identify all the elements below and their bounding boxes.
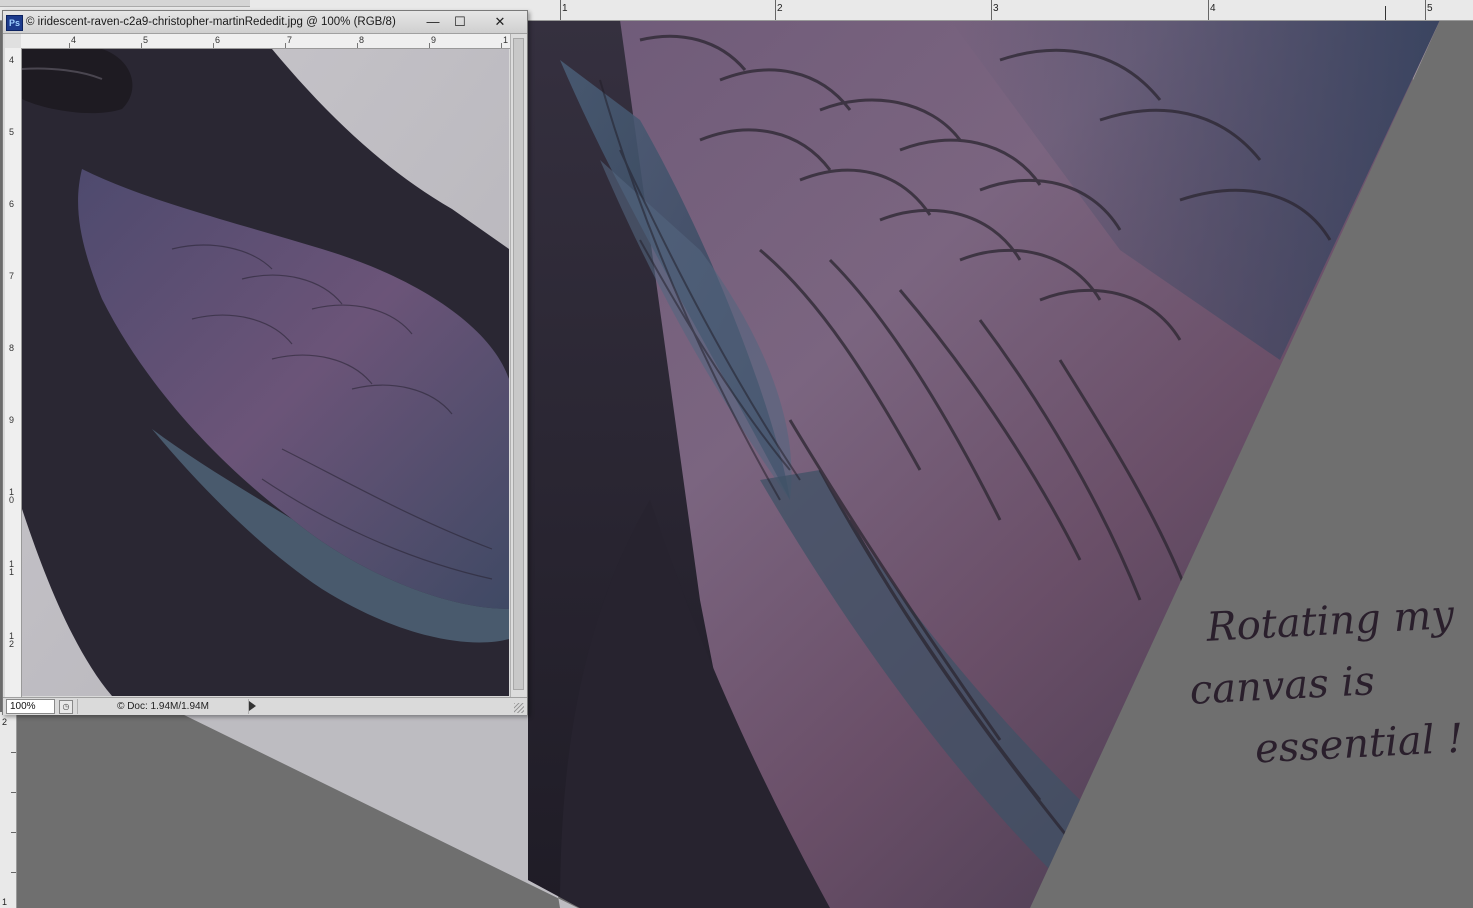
ruler-label: 6: [9, 199, 15, 209]
ruler-label: 1: [503, 35, 509, 45]
ruler-tick: [429, 43, 430, 48]
ruler-label: 5: [9, 127, 15, 137]
ruler-tick: [285, 43, 286, 48]
ruler-label: 4: [71, 35, 77, 45]
triangle-right-icon[interactable]: [249, 701, 256, 711]
minimize-button[interactable]: —: [421, 13, 445, 30]
zoom-level-field[interactable]: 100%: [6, 699, 55, 714]
ruler-label: 8: [359, 35, 365, 45]
handwritten-annotation: Rotating my canvas is essential !: [1185, 584, 1465, 783]
window-title: © iridescent-raven-c2a9-christopher-mart…: [26, 16, 396, 28]
ruler-label: 2: [777, 3, 783, 14]
ruler-stripe: [0, 0, 250, 7]
status-bar: 100% ◷ © Doc: 1.94M/1.94M: [3, 697, 527, 715]
raven-photo: [22, 49, 509, 696]
vertical-scrollbar[interactable]: [510, 34, 526, 697]
reference-photo[interactable]: [22, 49, 509, 696]
ruler-tick: [560, 0, 561, 20]
ruler-label: 4: [9, 55, 15, 65]
ruler-label: 4: [1210, 3, 1216, 14]
ruler-tick: [11, 872, 16, 873]
ruler-label: 3: [993, 3, 999, 14]
ruler-label: 1: [2, 897, 8, 907]
ruler-label: 1 1: [9, 559, 15, 577]
ruler-label: 5: [143, 35, 149, 45]
title-bar[interactable]: Ps © iridescent-raven-c2a9-christopher-m…: [3, 11, 527, 34]
ruler-tick: [1208, 0, 1209, 20]
ruler-tick: [69, 43, 70, 48]
ruler-origin[interactable]: [5, 34, 22, 49]
ruler-tick: [991, 0, 992, 20]
ruler-label: 1 0: [9, 487, 15, 505]
ruler-tick: [357, 43, 358, 48]
ruler-label: 7: [9, 271, 15, 281]
scrollbar-thumb[interactable]: [513, 38, 524, 690]
photoshop-icon: Ps: [6, 15, 23, 31]
document-top-ruler[interactable]: 4 5 6 7 8 9 1: [21, 34, 517, 49]
document-window[interactable]: Ps © iridescent-raven-c2a9-christopher-m…: [2, 10, 528, 715]
resize-grip[interactable]: [514, 703, 524, 713]
ruler-label: 9: [9, 415, 15, 425]
ruler-label: 2: [2, 717, 8, 727]
canvas-background-wedge: [180, 713, 578, 908]
close-button[interactable]: ✕: [485, 13, 515, 30]
document-size-info[interactable]: © Doc: 1.94M/1.94M: [77, 699, 249, 714]
ruler-tick: [141, 43, 142, 48]
ruler-label: 1 2: [9, 631, 15, 649]
ruler-tick: [11, 792, 16, 793]
maximize-button[interactable]: ☐: [448, 13, 472, 30]
ruler-label: 8: [9, 343, 15, 353]
ruler-tick: [11, 752, 16, 753]
ruler-tick: [775, 0, 776, 20]
ruler-guide-marker: [1385, 6, 1386, 20]
document-left-ruler[interactable]: 4 5 6 7 8 9 1 0 1 1 1 2: [5, 48, 22, 697]
ruler-tick: [501, 43, 502, 48]
ruler-label: 7: [287, 35, 293, 45]
left-ruler[interactable]: 2 1: [0, 712, 17, 908]
ruler-label: 1: [562, 3, 568, 14]
ruler-label: 9: [431, 35, 437, 45]
ruler-label: 6: [215, 35, 221, 45]
ruler-tick: [1425, 0, 1426, 20]
ruler-tick: [11, 832, 16, 833]
ruler-tick: [213, 43, 214, 48]
ruler-label: 5: [1427, 3, 1433, 14]
document-icon[interactable]: ◷: [59, 700, 73, 714]
